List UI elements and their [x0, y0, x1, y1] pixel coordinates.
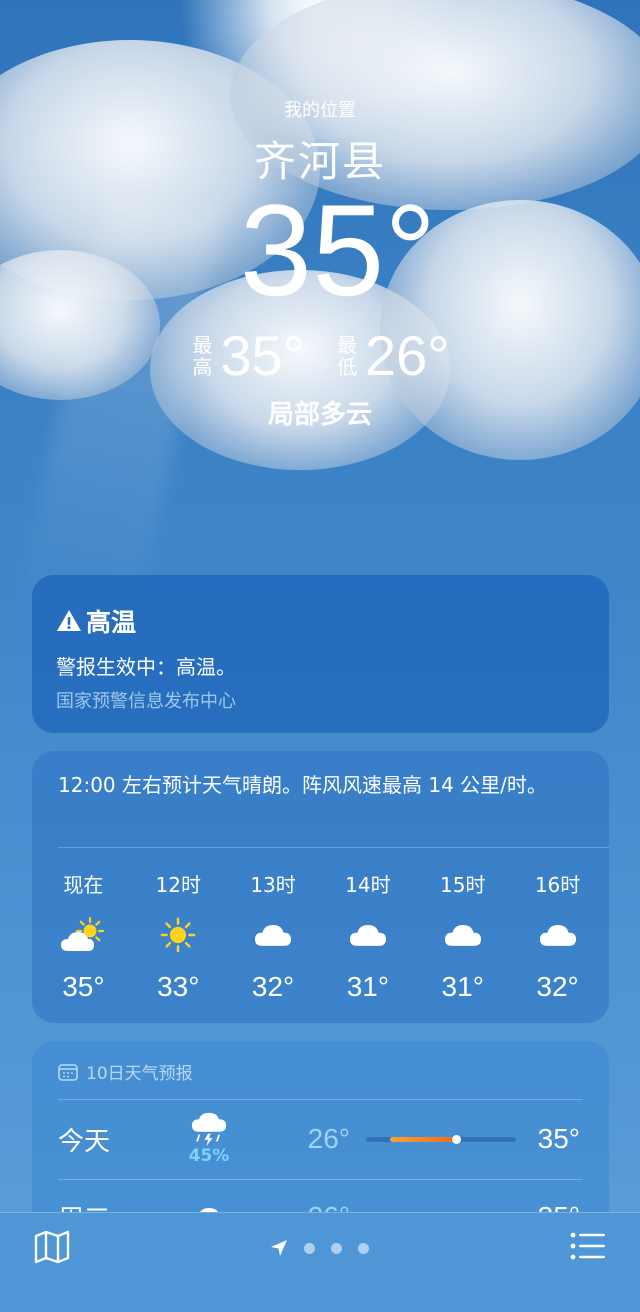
hour-time: 16时 [534, 873, 581, 897]
page-dot[interactable] [331, 1242, 342, 1254]
hour-time: 15时 [439, 873, 486, 897]
divider [58, 1179, 583, 1180]
high-low: 最高 35° 最低 26° [0, 323, 640, 388]
alert-card[interactable]: 高温 警报生效中：高温。 国家预警信息发布中心 [32, 575, 609, 733]
day-low: 26° [307, 1123, 350, 1154]
page-indicator[interactable] [270, 1239, 369, 1257]
hour-icon-wrap [539, 905, 577, 965]
cloud-icon [349, 925, 386, 946]
hour-time: 现在 [63, 873, 104, 897]
forecast-summary: 12:00 左右预计天气晴朗。阵风风速最高 14 公里/时。 [58, 773, 547, 797]
hour-time: 14时 [345, 873, 391, 897]
hour-icon-wrap [349, 905, 387, 965]
high-temp-group: 最高 35° [190, 323, 305, 388]
day-high: 35° [537, 1123, 580, 1154]
warning-icon [57, 610, 81, 631]
cloud-icon [539, 925, 576, 946]
cloud-icon [444, 925, 481, 946]
calendar-icon [58, 1063, 78, 1081]
list-icon[interactable] [570, 1232, 606, 1260]
temp-range-fill [390, 1136, 456, 1142]
current-weather-header: 我的位置 齐河县 35° 最高 35° 最低 26° 局部多云 [0, 96, 640, 431]
hourly-strip[interactable]: 现在 35° 12时 33° 13时 32° 14时 31° 15时 31° 16时 32° [32, 869, 609, 1003]
hour-item: 16时 32° [514, 869, 602, 1003]
sun-icon [160, 917, 196, 953]
location-label: 我的位置 [284, 100, 356, 121]
alert-title: 高温 [56, 603, 136, 639]
hour-temp: 32° [536, 971, 579, 1002]
current-temp-dot [452, 1134, 461, 1144]
divider [58, 847, 609, 848]
hour-icon-wrap [159, 905, 197, 965]
page-dot[interactable] [358, 1242, 369, 1254]
condition-text: 局部多云 [267, 400, 372, 430]
alert-message: 警报生效中：高温。 [56, 655, 236, 679]
map-icon[interactable] [34, 1230, 70, 1264]
hour-icon-wrap [444, 905, 482, 965]
hour-icon-wrap [254, 905, 292, 965]
hour-item: 现在 35° [39, 869, 127, 1003]
precip-chance: 45% [188, 1146, 230, 1166]
hour-temp: 33° [157, 971, 200, 1002]
divider [58, 1099, 583, 1100]
hour-item: 15时 31° [419, 869, 507, 1003]
hour-item: 14时 31° [324, 869, 412, 1003]
cloud-icon [255, 925, 292, 946]
ten-day-header: 10日天气预报 [58, 1059, 193, 1084]
bottom-toolbar [0, 1212, 640, 1312]
temp-range-bar [366, 1134, 516, 1144]
location-arrow-icon[interactable] [270, 1239, 288, 1257]
high-temp: 35° [220, 324, 305, 387]
day-name: 今天 [58, 1126, 111, 1157]
alert-title-text: 高温 [86, 608, 137, 637]
page-dot[interactable] [304, 1242, 315, 1254]
ten-day-title: 10日天气预报 [86, 1064, 193, 1084]
low-temp: 26° [365, 324, 450, 387]
hour-time: 13时 [250, 873, 296, 897]
hourly-forecast-card: 12:00 左右预计天气晴朗。阵风风速最高 14 公里/时。 现在 35° 12时 3… [32, 751, 609, 1023]
low-label: 最低 [337, 332, 357, 379]
hour-item: 13时 32° [229, 869, 317, 1003]
hour-item: 12时 33° [134, 869, 222, 1003]
day-row[interactable]: 今天 45% 26° 35° [58, 1101, 583, 1177]
day-icon-wrap: 45% [168, 1112, 250, 1166]
hour-icon-wrap [60, 905, 106, 965]
hour-time: 12时 [155, 873, 201, 897]
hour-temp: 32° [251, 971, 295, 1002]
current-temperature: 35° [239, 177, 437, 323]
hour-temp: 35° [62, 971, 105, 1002]
alert-source-link[interactable]: 国家预警信息发布中心 [56, 687, 236, 713]
thunderstorm-icon [191, 1112, 227, 1147]
hour-temp: 31° [441, 971, 484, 1002]
low-temp-group: 最低 26° [335, 323, 450, 388]
partly-sunny-icon [61, 917, 105, 951]
hour-temp: 31° [346, 971, 390, 1002]
high-label: 最高 [192, 332, 213, 379]
